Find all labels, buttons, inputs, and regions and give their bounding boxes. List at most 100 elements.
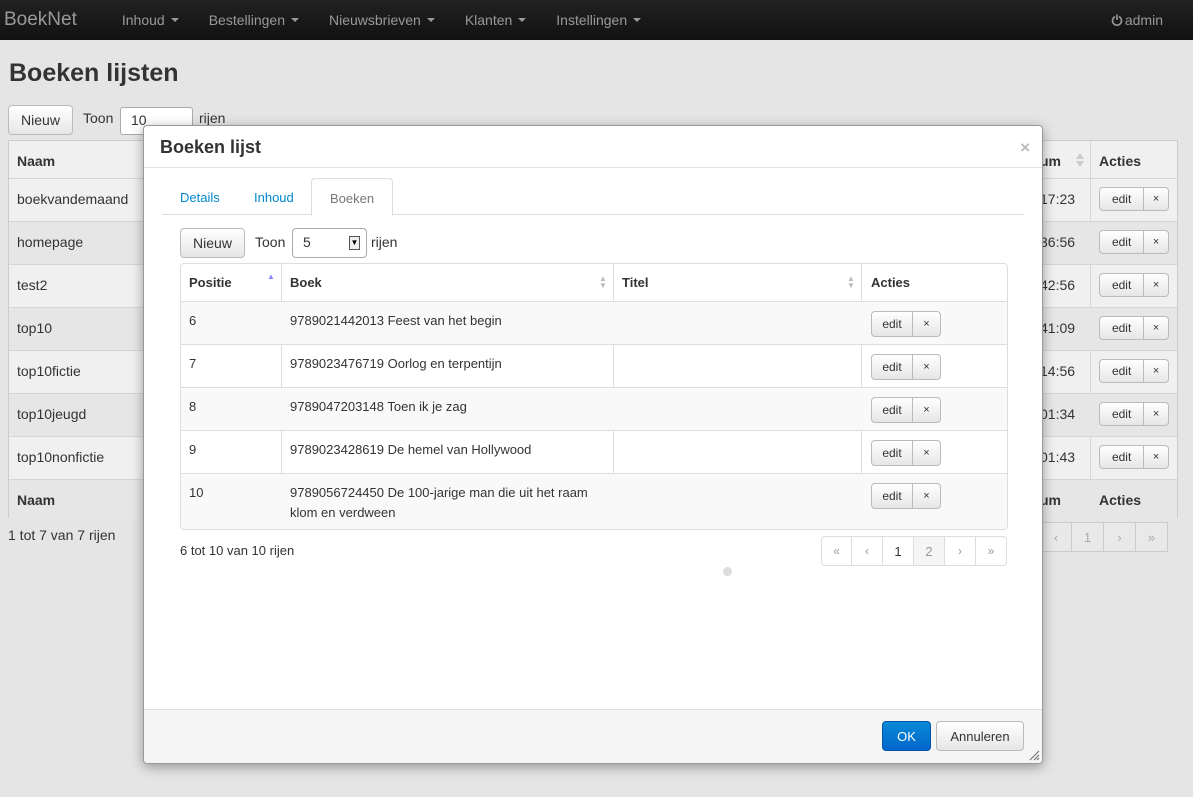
delete-button[interactable]: × (1144, 402, 1169, 426)
close-icon[interactable]: × (1020, 138, 1030, 158)
nav-label: Instellingen (556, 12, 628, 28)
tab-boeken[interactable]: Boeken (311, 178, 394, 216)
col-titel[interactable]: Titel (622, 275, 649, 290)
sort-icon (1076, 153, 1084, 167)
pager-page-1[interactable]: 1 (883, 536, 914, 566)
loading-spinner-icon (723, 567, 732, 576)
bg-pagination: ‹ 1 › » (1040, 522, 1168, 552)
col-positie[interactable]: Positie (189, 275, 232, 290)
pager-last[interactable]: » (1136, 522, 1168, 552)
pager-first[interactable]: « (821, 536, 852, 566)
pager-next[interactable]: › (945, 536, 976, 566)
nav-nieuwsbrieven[interactable]: Nieuwsbrieven (314, 12, 450, 28)
pagination: « ‹ 1 2 › » (821, 536, 1007, 566)
nav-bestellingen[interactable]: Bestellingen (194, 12, 314, 28)
tab-inhoud[interactable]: Inhoud (236, 178, 312, 215)
col-boek[interactable]: Boek (290, 275, 322, 290)
modal-footer: OK Annuleren (144, 709, 1042, 763)
modal-title: Boeken lijst (160, 137, 262, 157)
caret-down-icon (633, 18, 642, 22)
edit-button[interactable]: edit (871, 354, 913, 380)
edit-button[interactable]: edit (871, 311, 913, 337)
delete-button[interactable]: × (913, 483, 941, 509)
nav-label: Bestellingen (208, 12, 285, 28)
bg-new-button[interactable]: Nieuw (8, 105, 73, 135)
new-book-button[interactable]: Nieuw (180, 228, 245, 258)
modal-header: Boeken lijst × (144, 126, 1042, 168)
bg-row-time: 01:43 (1040, 449, 1076, 465)
bg-row-actions: edit × (1099, 316, 1169, 340)
pager-page-2[interactable]: 2 (914, 536, 945, 566)
nav-label: Inhoud (121, 12, 165, 28)
delete-button[interactable]: × (1144, 359, 1169, 383)
sort-icon: ▲ ▼ (599, 274, 607, 290)
bg-row-name: test2 (17, 277, 48, 293)
delete-button[interactable]: × (1144, 316, 1169, 340)
pager-prev[interactable]: ‹ (852, 536, 883, 566)
row-book: 9789021442013 Feest van het begin (290, 313, 502, 328)
nav-inhoud[interactable]: Inhoud (107, 12, 194, 28)
delete-button[interactable]: × (913, 440, 941, 466)
edit-button[interactable]: edit (1099, 187, 1145, 211)
user-menu[interactable]: admin (1111, 0, 1163, 40)
row-actions: edit × (871, 440, 941, 466)
nav-klanten[interactable]: Klanten (450, 12, 541, 28)
edit-button[interactable]: edit (871, 483, 913, 509)
brand-logo[interactable]: BoekNet (0, 9, 107, 31)
tab-details[interactable]: Details (162, 178, 238, 215)
pager-prev[interactable]: ‹ (1040, 522, 1072, 552)
edit-button[interactable]: edit (1099, 402, 1145, 426)
ok-button[interactable]: OK (882, 721, 931, 751)
bg-col-date[interactable]: um (1040, 153, 1061, 169)
nav-label: Nieuwsbrieven (328, 12, 421, 28)
books-list-modal: Boeken lijst × Details Inhoud Boeken Nie… (143, 125, 1043, 764)
books-table: Positie ▲ Boek ▲ ▼ Titel ▲ ▼ Acties 6 9789… (180, 263, 1008, 530)
bg-foot-naam: Naam (17, 492, 56, 508)
caret-down-icon (290, 18, 299, 22)
bg-row-name: top10jeugd (17, 406, 87, 422)
pager-page-1[interactable]: 1 (1072, 522, 1104, 552)
row-actions: edit × (871, 397, 941, 423)
bg-col-naam[interactable]: Naam (17, 153, 55, 169)
delete-button[interactable]: × (1144, 273, 1169, 297)
edit-button[interactable]: edit (1099, 359, 1145, 383)
books-table-header: Positie ▲ Boek ▲ ▼ Titel ▲ ▼ Acties (181, 264, 1007, 301)
edit-button[interactable]: edit (871, 440, 913, 466)
bg-foot-date: um (1040, 492, 1061, 508)
resize-handle-icon[interactable] (1028, 749, 1040, 761)
nav-label: Klanten (464, 12, 513, 28)
pager-last[interactable]: » (976, 536, 1007, 566)
row-actions: edit × (871, 483, 941, 509)
edit-button[interactable]: edit (871, 397, 913, 423)
edit-button[interactable]: edit (1099, 316, 1145, 340)
bg-row-actions: edit × (1099, 359, 1169, 383)
delete-button[interactable]: × (913, 354, 941, 380)
caret-down-icon (170, 18, 179, 22)
delete-button[interactable]: × (913, 311, 941, 337)
table-row: 8 9789047203148 Toen ik je zag edit × (181, 387, 1007, 430)
page-title: Boeken lijsten (9, 59, 179, 87)
row-book: 9789047203148 Toen ik je zag (290, 399, 467, 414)
delete-button[interactable]: × (913, 397, 941, 423)
bg-row-time: 01:34 (1040, 406, 1076, 422)
delete-button[interactable]: × (1144, 230, 1169, 254)
pager-next[interactable]: › (1104, 522, 1136, 552)
edit-button[interactable]: edit (1099, 445, 1145, 469)
row-book: 9789056724450 De 100-jarige man die uit … (290, 485, 588, 520)
delete-button[interactable]: × (1144, 445, 1169, 469)
cancel-button[interactable]: Annuleren (936, 721, 1024, 751)
show-label: Toon (255, 234, 286, 250)
col-acties: Acties (871, 275, 911, 290)
row-position: 10 (189, 485, 204, 500)
select-value: 5 (303, 234, 311, 250)
edit-button[interactable]: edit (1099, 273, 1145, 297)
rows-per-page-select[interactable]: 5 ▼ (292, 228, 367, 258)
edit-button[interactable]: edit (1099, 230, 1145, 254)
rows-label: rijen (371, 234, 398, 250)
bg-row-time: 42:56 (1040, 277, 1076, 293)
row-book: 9789023428619 De hemel van Hollywood (290, 442, 532, 457)
bg-row-actions: edit × (1099, 187, 1169, 211)
delete-button[interactable]: × (1144, 187, 1169, 211)
nav-instellingen[interactable]: Instellingen (541, 12, 656, 28)
row-position: 9 (189, 442, 197, 457)
